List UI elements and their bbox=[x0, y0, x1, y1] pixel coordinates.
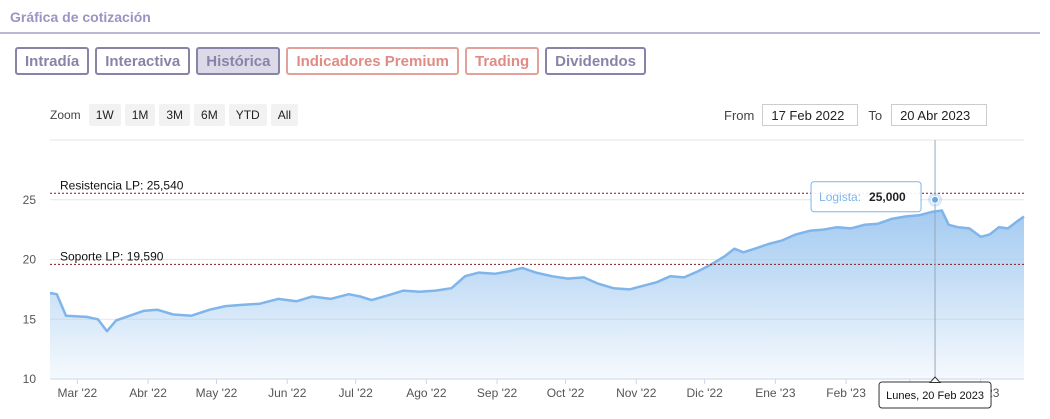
from-date-input[interactable]: 17 Feb 2022 bbox=[762, 104, 859, 126]
x-tick-label: Jul '22 bbox=[339, 386, 374, 400]
x-tick-label: Ene '23 bbox=[755, 386, 796, 400]
y-tick-label: 20 bbox=[23, 253, 37, 267]
tab-intradia[interactable]: Intradía bbox=[15, 47, 90, 75]
x-tick-label: Abr '22 bbox=[129, 386, 167, 400]
x-tick-label: Jun '22 bbox=[268, 386, 307, 400]
zoom-all-button[interactable]: All bbox=[270, 104, 299, 126]
series-line bbox=[49, 209, 1025, 333]
x-tick-label: Oct '22 bbox=[547, 386, 585, 400]
tooltip-series-label: Logista: bbox=[819, 190, 861, 204]
x-tick-label: Sep '22 bbox=[477, 386, 518, 400]
x-tick-label: Nov '22 bbox=[616, 386, 657, 400]
series-area bbox=[50, 210, 1024, 379]
to-date-input[interactable]: 20 Abr 2023 bbox=[891, 104, 988, 126]
x-tick-label: Ago '22 bbox=[406, 386, 447, 400]
x-tick-label: May '22 bbox=[196, 386, 238, 400]
hover-point bbox=[931, 195, 940, 204]
date-label-pointer bbox=[928, 376, 942, 383]
section-title: Gráfica de cotización bbox=[10, 9, 151, 25]
x-tick-label: Mar '23 bbox=[890, 386, 930, 400]
reference-line-label: Soporte LP: 19,590 bbox=[60, 249, 164, 263]
date-label-box bbox=[878, 381, 992, 409]
x-tick-label: Mar '22 bbox=[58, 386, 98, 400]
hover-point-halo bbox=[928, 192, 943, 207]
date-label-text: Lunes, 20 Feb 2023 bbox=[886, 390, 984, 402]
x-tick-label: Abr '23 bbox=[962, 386, 1000, 400]
to-label: To bbox=[868, 107, 883, 123]
zoom-1w-button[interactable]: 1W bbox=[88, 104, 121, 126]
zoom-6m-button[interactable]: 6M bbox=[194, 104, 225, 126]
date-range: From 17 Feb 2022 To 20 Abr 2023 bbox=[724, 104, 988, 126]
tab-historica[interactable]: Histórica bbox=[196, 47, 281, 75]
chart-tabs: Intradía Interactiva Histórica Indicador… bbox=[15, 47, 647, 75]
y-tick-label: 15 bbox=[23, 312, 37, 326]
title-divider bbox=[0, 32, 1040, 34]
tab-dividendos[interactable]: Dividendos bbox=[545, 47, 647, 75]
tooltip-box bbox=[810, 181, 922, 213]
tab-trading[interactable]: Trading bbox=[465, 47, 540, 75]
tab-interactiva[interactable]: Interactiva bbox=[95, 47, 191, 75]
x-tick-label: Feb '23 bbox=[826, 386, 866, 400]
tooltip-value: 25,000 bbox=[869, 190, 906, 204]
zoom-1m-button[interactable]: 1M bbox=[124, 104, 156, 126]
zoom-label: Zoom bbox=[50, 108, 81, 122]
zoom-3m-button[interactable]: 3M bbox=[159, 104, 191, 126]
from-label: From bbox=[724, 107, 755, 123]
y-tick-label: 25 bbox=[23, 193, 37, 207]
zoom-ytd-button[interactable]: YTD bbox=[228, 104, 267, 126]
tab-indicadores-premium[interactable]: Indicadores Premium bbox=[286, 47, 459, 75]
x-tick-label: Dic '22 bbox=[686, 386, 723, 400]
reference-line-label: Resistencia LP: 25,540 bbox=[60, 178, 184, 192]
zoom-bar: Zoom 1W 1M 3M 6M YTD All bbox=[50, 104, 299, 126]
y-tick-label: 10 bbox=[23, 372, 37, 386]
